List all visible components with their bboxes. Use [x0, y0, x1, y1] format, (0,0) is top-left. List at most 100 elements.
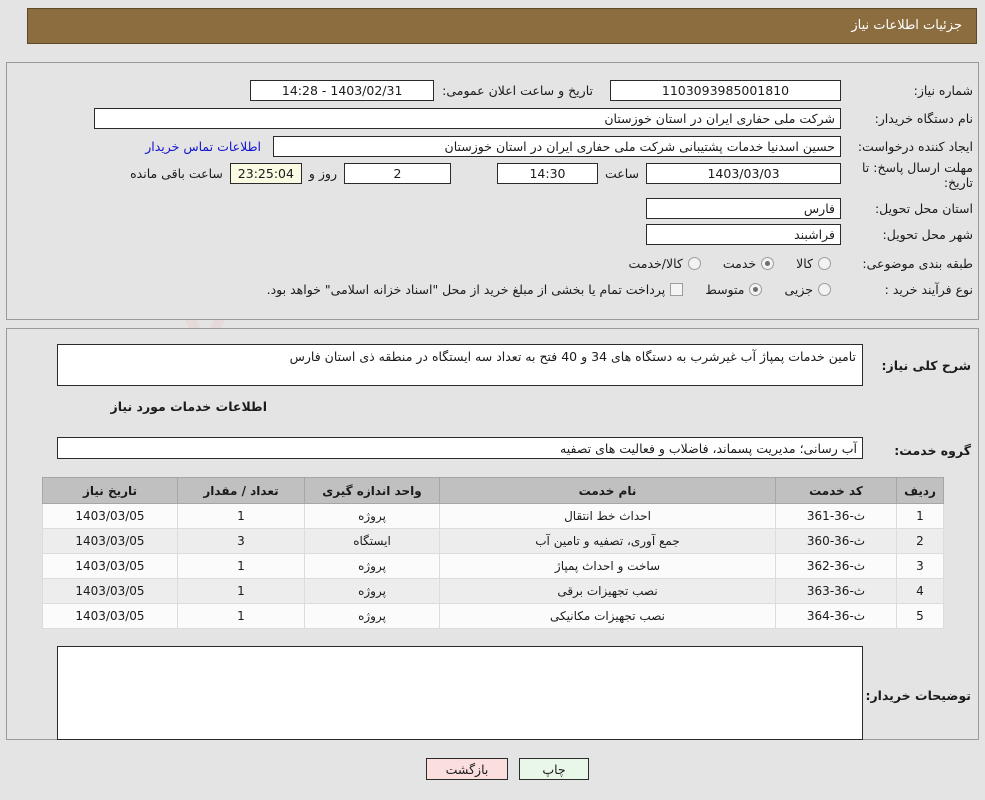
window-header: جزئیات اطلاعات نیاز: [27, 8, 977, 44]
table-row: 4 ث-36-363 نصب تجهیزات برقی پروژه 1 1403/03/0…: [42, 578, 944, 604]
description-textarea[interactable]: تامین خدمات پمپاژ آب غیرشرب به دستگاه ها…: [57, 344, 863, 386]
creator-value: حسین اسدنیا خدمات پشتیبانی شرکت ملی حفار…: [273, 136, 841, 157]
category-label: طبقه بندی موضوعی:: [862, 256, 973, 271]
cell-date: 1403/03/05: [42, 528, 178, 554]
category-row: طبقه بندی موضوعی: کالا خدمت کالا/خدمت: [606, 256, 973, 271]
cell-row: 5: [896, 603, 944, 629]
remaining-days-value: 2: [343, 163, 451, 184]
radio-process-motevaset[interactable]: متوسط: [705, 282, 763, 297]
cell-row: 2: [896, 528, 944, 554]
page-root: ▼ AriaTender.net جزئیات اطلاعات نیاز شما…: [0, 0, 985, 800]
table-row: 5 ث-36-364 نصب تجهیزات مکانیکی پروژه 1 1403/0…: [42, 603, 944, 629]
print-button[interactable]: چاپ: [519, 758, 589, 780]
cell-code: ث-36-364: [775, 603, 897, 629]
need-number-row: شماره نیاز: 1103093985001810: [610, 80, 973, 101]
buyer-contact-link[interactable]: اطلاعات تماس خریدار: [145, 139, 261, 154]
city-label: شهر محل تحویل:: [882, 227, 973, 242]
cell-unit: پروژه: [304, 503, 440, 529]
cell-code: ث-36-362: [775, 553, 897, 579]
radio-category-kala-khedmat[interactable]: کالا/خدمت: [628, 256, 701, 271]
cell-unit: پروژه: [304, 603, 440, 629]
radio-dot-kala[interactable]: [818, 257, 831, 270]
cell-row: 1: [896, 503, 944, 529]
need-number-value: 1103093985001810: [610, 80, 841, 101]
deadline-date-value: 1403/03/03: [646, 163, 841, 184]
buyer-notes-label: توضیحات خریدار:: [865, 688, 971, 703]
cell-date: 1403/03/05: [42, 603, 178, 629]
creator-label: ایجاد کننده درخواست:: [857, 139, 973, 154]
service-group-label: گروه خدمت:: [894, 443, 971, 458]
announcement-value: 1403/02/31 - 14:28: [250, 80, 435, 101]
cell-row: 4: [896, 578, 944, 604]
deadline-label-block: مهلت ارسال پاسخ: تا تاریخ:: [847, 160, 973, 190]
treasury-checkbox-group[interactable]: پرداخت تمام یا بخشی از مبلغ خرید از محل …: [267, 282, 684, 297]
cell-qty: 1: [177, 578, 305, 604]
treasury-checkbox-label: پرداخت تمام یا بخشی از مبلغ خرید از محل …: [266, 282, 666, 297]
need-number-label: شماره نیاز:: [913, 83, 973, 98]
cell-row: 3: [896, 553, 944, 579]
th-code: کد خدمت: [775, 477, 897, 504]
city-row: شهر محل تحویل: فراشبند: [646, 224, 973, 245]
radio-dot-jozi[interactable]: [818, 283, 831, 296]
cell-date: 1403/03/05: [42, 553, 178, 579]
table-row: 2 ث-36-360 جمع آوری، تصفیه و تامین آب ایستگ…: [42, 528, 944, 554]
remaining-days-label: روز و: [308, 166, 337, 181]
radio-label-kala: کالا: [796, 256, 813, 271]
buyer-org-row: نام دستگاه خریدار: شرکت ملی حفاری ایران …: [94, 108, 973, 129]
radio-dot-khedmat[interactable]: [761, 257, 775, 270]
table-row: 1 ث-36-361 احداث خط انتقال پروژه 1 1403/03/05: [42, 503, 944, 529]
cell-date: 1403/03/05: [42, 503, 178, 529]
radio-dot-motevaset[interactable]: [749, 283, 763, 296]
cell-name: جمع آوری، تصفیه و تامین آب: [439, 528, 776, 554]
cell-code: ث-36-363: [775, 578, 897, 604]
radio-process-jozi[interactable]: جزیی: [784, 282, 831, 297]
cell-name: ساخت و احداث پمپاژ: [439, 553, 776, 579]
cell-unit: پروژه: [304, 578, 440, 604]
buyer-notes-textarea[interactable]: [57, 646, 863, 740]
radio-label-kala-khedmat: کالا/خدمت: [628, 256, 683, 271]
back-button[interactable]: بازگشت: [426, 758, 508, 780]
announcement-row: تاریخ و ساعت اعلان عمومی: 1403/02/31 - 1…: [250, 80, 593, 101]
service-group-value: آب رسانی؛ مدیریت پسماند، فاضلاب و فعالیت…: [57, 437, 863, 459]
treasury-checkbox[interactable]: [670, 283, 684, 296]
process-label: نوع فرآیند خرید :: [884, 282, 973, 297]
radio-label-motevaset: متوسط: [705, 282, 745, 297]
radio-label-khedmat: خدمت: [722, 256, 757, 271]
page-title: جزئیات اطلاعات نیاز: [851, 18, 962, 33]
table-row: 3 ث-36-362 ساخت و احداث پمپاژ پروژه 1 1403/03…: [42, 553, 944, 579]
services-table: ردیف کد خدمت نام خدمت واحد اندازه گیری ت…: [42, 477, 944, 629]
countdown-timer: 23:25:04: [229, 163, 302, 184]
services-section-title: اطلاعات خدمات مورد نیاز: [110, 399, 268, 414]
th-row: ردیف: [896, 477, 944, 504]
countdown-label: ساعت باقی مانده: [130, 166, 223, 181]
table-header-row: ردیف کد خدمت نام خدمت واحد اندازه گیری ت…: [42, 477, 944, 504]
cell-qty: 1: [177, 553, 305, 579]
services-table-wrapper: ردیف کد خدمت نام خدمت واحد اندازه گیری ت…: [42, 477, 944, 629]
th-qty: تعداد / مقدار: [177, 477, 305, 504]
buyer-org-value: شرکت ملی حفاری ایران در استان خوزستان: [94, 108, 841, 129]
radio-category-kala[interactable]: کالا: [796, 256, 831, 271]
deadline-label-line1: مهلت ارسال پاسخ: تا: [862, 160, 973, 175]
table-body: 1 ث-36-361 احداث خط انتقال پروژه 1 1403/03/05…: [42, 503, 944, 629]
deadline-hour-label: ساعت: [604, 166, 639, 181]
cell-name: احداث خط انتقال: [439, 503, 776, 529]
th-date: تاریخ نیاز: [42, 477, 178, 504]
buyer-org-label: نام دستگاه خریدار:: [874, 111, 973, 126]
deadline-label-line2: تاریخ:: [943, 175, 973, 190]
announcement-label: تاریخ و ساعت اعلان عمومی:: [442, 83, 593, 98]
cell-qty: 3: [177, 528, 305, 554]
radio-category-khedmat[interactable]: خدمت: [722, 256, 775, 271]
th-name: نام خدمت: [439, 477, 776, 504]
th-unit: واحد اندازه گیری: [304, 477, 440, 504]
province-label: استان محل تحویل:: [874, 201, 973, 216]
radio-label-jozi: جزیی: [784, 282, 813, 297]
cell-code: ث-36-360: [775, 528, 897, 554]
cell-qty: 1: [177, 503, 305, 529]
creator-row: ایجاد کننده درخواست: حسین اسدنیا خدمات پ…: [145, 136, 973, 157]
province-value: فارس: [646, 198, 841, 219]
radio-dot-kala-khedmat[interactable]: [687, 257, 701, 270]
cell-date: 1403/03/05: [42, 578, 178, 604]
cell-unit: ایستگاه: [304, 528, 440, 554]
description-label: شرح کلی نیاز:: [881, 358, 971, 373]
cell-name: نصب تجهیزات برقی: [439, 578, 776, 604]
